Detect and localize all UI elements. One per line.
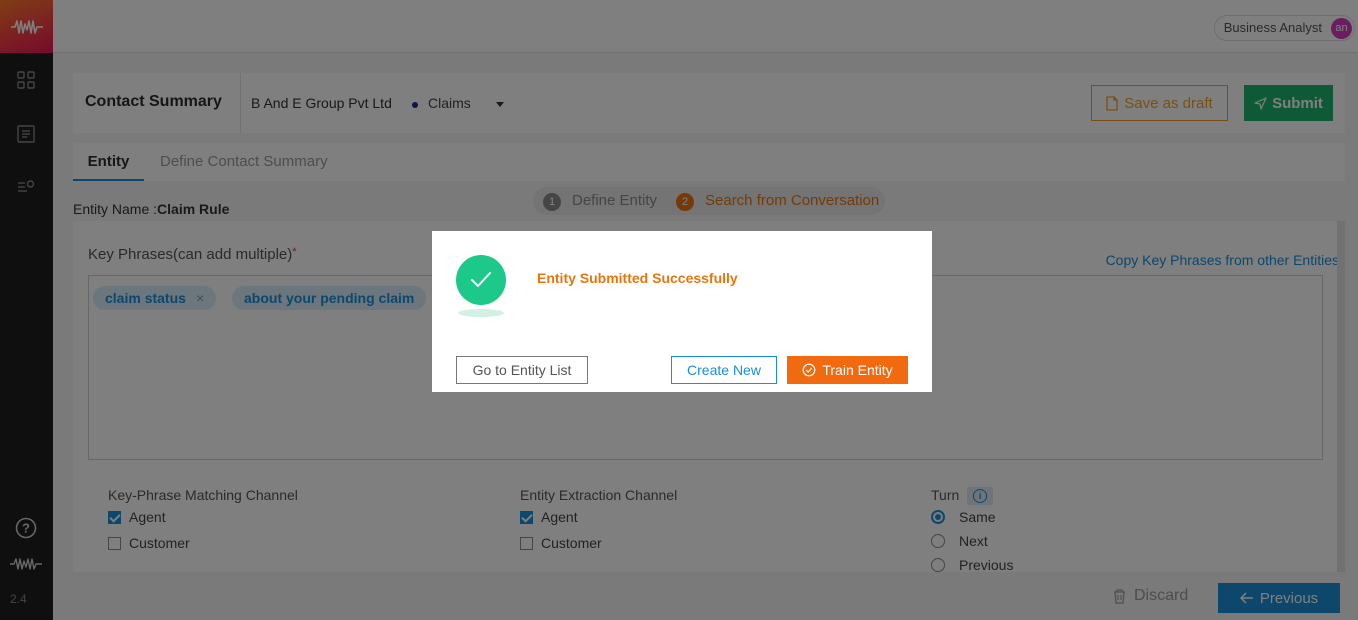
success-icon-shadow bbox=[458, 309, 504, 317]
create-new-button[interactable]: Create New bbox=[671, 356, 777, 384]
success-dialog: Entity Submitted Successfully Go to Enti… bbox=[432, 231, 932, 392]
check-circle-icon bbox=[456, 255, 506, 305]
go-to-entity-list-button[interactable]: Go to Entity List bbox=[456, 356, 588, 384]
train-entity-label: Train Entity bbox=[822, 362, 893, 378]
check-circle-outline-icon bbox=[802, 363, 816, 377]
train-entity-button[interactable]: Train Entity bbox=[787, 356, 908, 384]
success-message: Entity Submitted Successfully bbox=[537, 270, 738, 286]
